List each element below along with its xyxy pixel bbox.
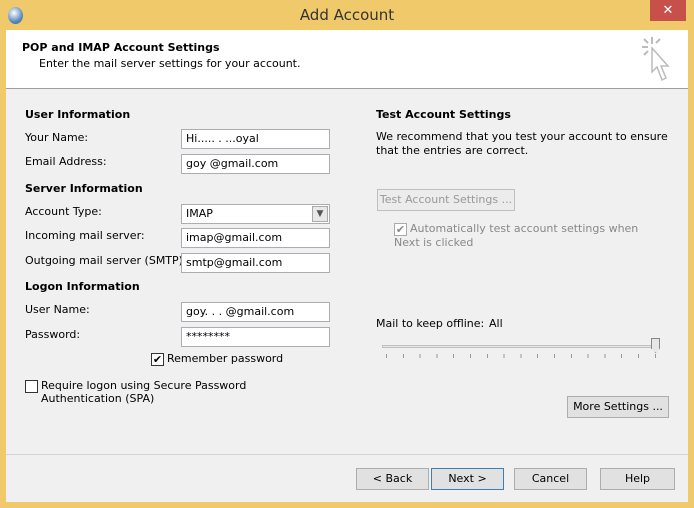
account-type-select[interactable]: IMAP ▼ bbox=[181, 204, 330, 224]
email-address-label: Email Address: bbox=[25, 155, 107, 168]
chevron-down-icon[interactable]: ▼ bbox=[312, 206, 328, 222]
user-name-label: User Name: bbox=[25, 303, 90, 316]
auto-test-checkbox[interactable]: ✔ Automatically test account settings whe… bbox=[394, 222, 664, 250]
remember-password-checkbox[interactable]: ✔ Remember password bbox=[151, 352, 283, 366]
dialog-header: POP and IMAP Account Settings Enter the … bbox=[6, 30, 688, 89]
next-button[interactable]: Next > bbox=[431, 468, 504, 490]
your-name-label: Your Name: bbox=[25, 131, 89, 144]
slider-track bbox=[382, 345, 660, 348]
server-information-heading: Server Information bbox=[25, 182, 143, 195]
outgoing-server-label: Outgoing mail server (SMTP): bbox=[25, 254, 187, 267]
test-account-settings-button[interactable]: Test Account Settings ... bbox=[377, 189, 515, 211]
email-address-input[interactable]: goy @gmail.com bbox=[181, 154, 330, 174]
footer-divider bbox=[6, 454, 688, 455]
checkmark-icon[interactable]: ✔ bbox=[394, 223, 407, 236]
password-label: Password: bbox=[25, 328, 81, 341]
spa-label: Require logon using Secure Password Auth… bbox=[41, 379, 247, 405]
outgoing-server-input[interactable]: smtp@gmail.com bbox=[181, 253, 330, 273]
offline-slider[interactable] bbox=[382, 338, 660, 361]
remember-password-label: Remember password bbox=[167, 352, 284, 365]
offline-value: All bbox=[489, 317, 503, 330]
cursor-click-icon bbox=[642, 37, 670, 82]
auto-test-label: Automatically test account settings when… bbox=[394, 222, 639, 249]
user-information-heading: User Information bbox=[25, 108, 131, 121]
more-settings-button[interactable]: More Settings ... bbox=[567, 396, 669, 418]
account-type-label: Account Type: bbox=[25, 205, 102, 218]
slider-thumb[interactable] bbox=[651, 338, 660, 353]
checkmark-icon[interactable]: ✔ bbox=[151, 352, 164, 366]
header-subtitle: Enter the mail server settings for your … bbox=[39, 57, 301, 70]
incoming-server-label: Incoming mail server: bbox=[25, 229, 145, 242]
cancel-button[interactable]: Cancel bbox=[514, 468, 587, 490]
test-settings-heading: Test Account Settings bbox=[376, 108, 511, 121]
spa-checkbox[interactable]: Require logon using Secure Password Auth… bbox=[25, 379, 325, 405]
help-button[interactable]: Help bbox=[600, 468, 675, 490]
spa-checkbox-box[interactable] bbox=[25, 380, 38, 393]
account-type-value: IMAP bbox=[186, 207, 213, 220]
logon-information-heading: Logon Information bbox=[25, 280, 140, 293]
window-title: Add Account bbox=[299, 6, 395, 24]
test-description: We recommend that you test your account … bbox=[376, 130, 668, 157]
offline-label: Mail to keep offline: bbox=[376, 317, 485, 330]
close-button[interactable]: ✕ bbox=[650, 0, 686, 21]
incoming-server-input[interactable]: imap@gmail.com bbox=[181, 228, 330, 248]
back-button[interactable]: < Back bbox=[356, 468, 429, 490]
dialog-client: POP and IMAP Account Settings Enter the … bbox=[6, 30, 688, 502]
password-input[interactable]: ******** bbox=[181, 327, 330, 347]
user-name-input[interactable]: goy. . . @gmail.com bbox=[181, 302, 330, 322]
slider-ticks bbox=[386, 354, 656, 358]
header-title: POP and IMAP Account Settings bbox=[22, 41, 220, 54]
your-name-input[interactable]: Hi..... . ...oyal bbox=[181, 129, 330, 149]
